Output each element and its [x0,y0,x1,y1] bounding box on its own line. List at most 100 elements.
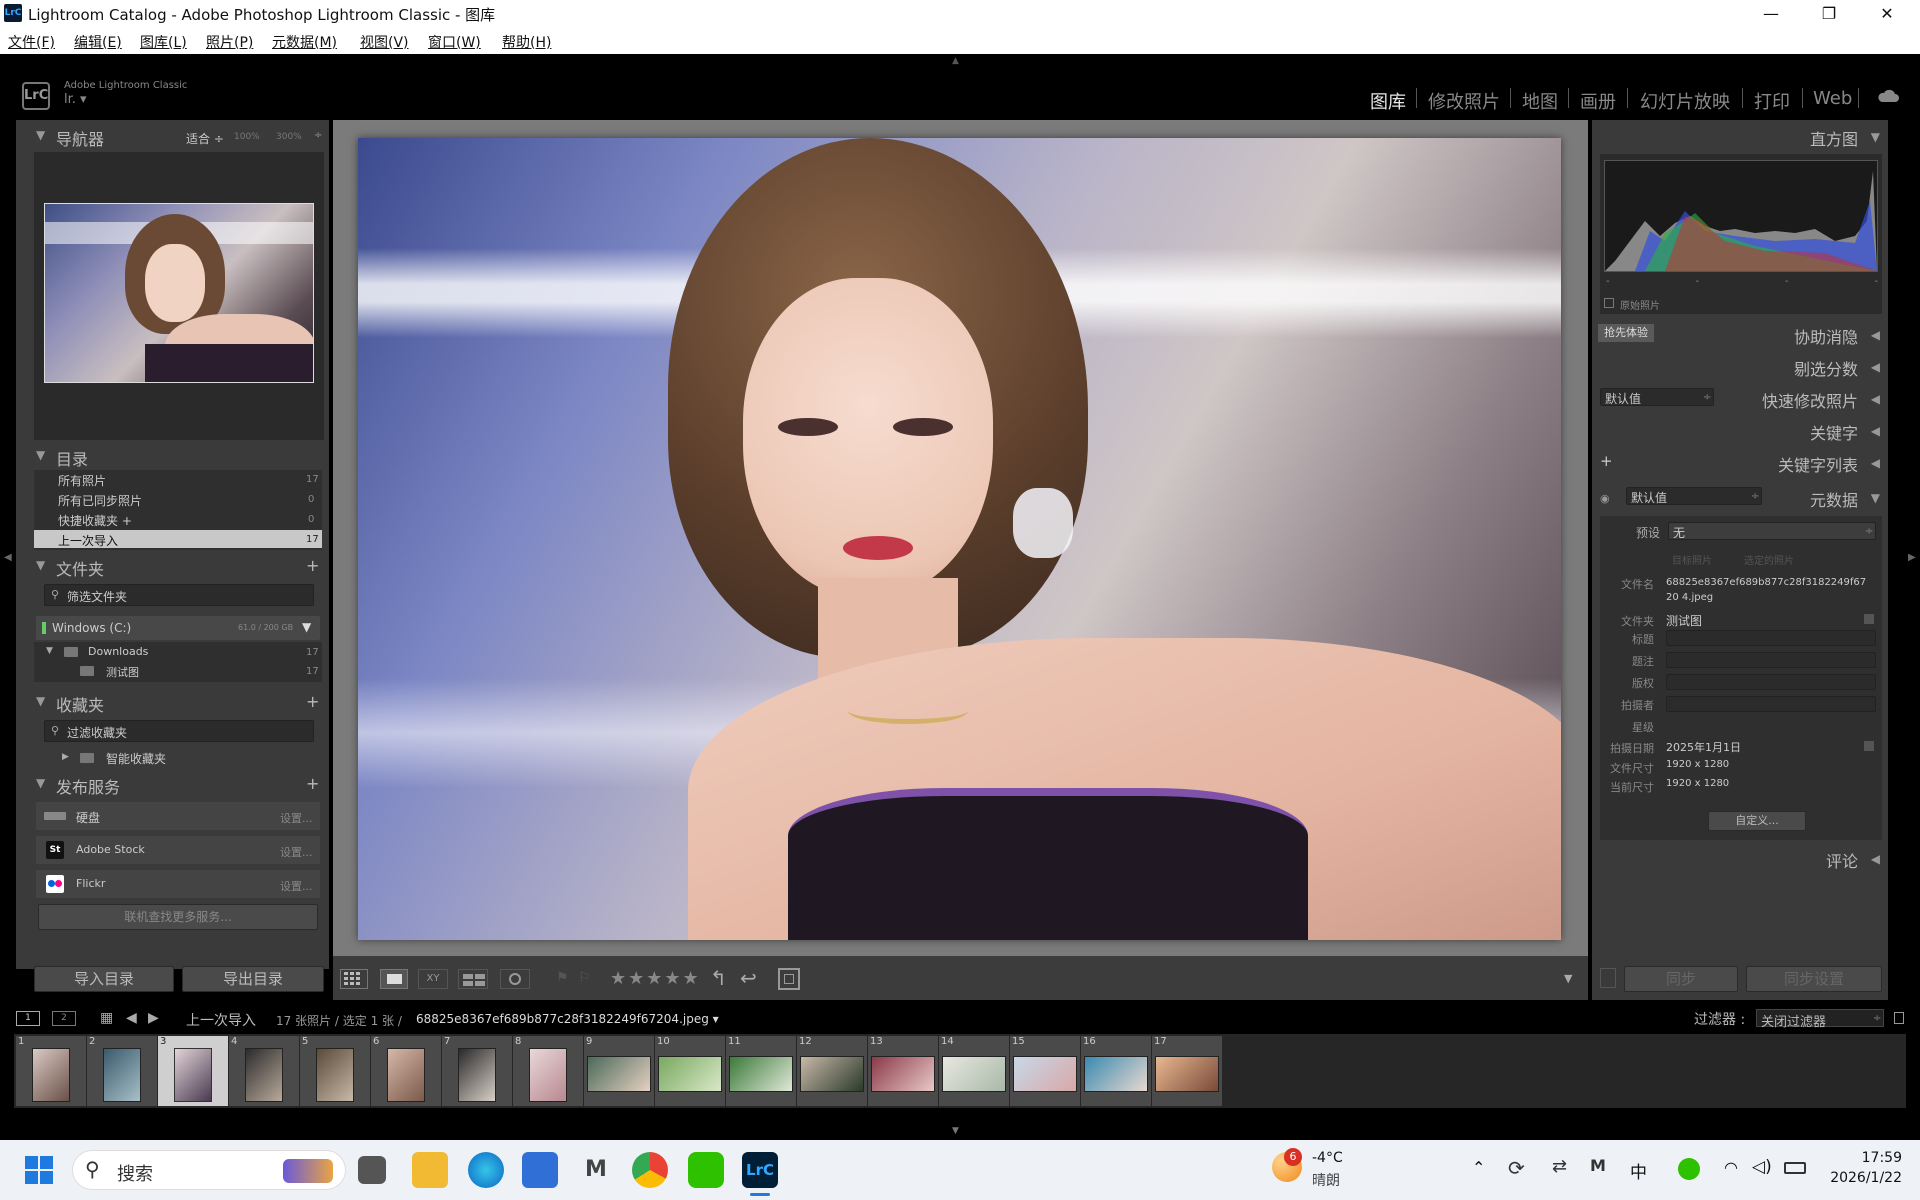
collapse-triangle-icon[interactable]: ▼ [1871,491,1880,505]
filmstrip-cell[interactable]: 11 [726,1036,796,1106]
lightroom-taskbar-icon[interactable]: LrC [742,1152,778,1188]
expand-triangle-icon[interactable]: ◀ [1871,852,1880,866]
back-arrow-icon[interactable]: ◀ [126,1010,137,1026]
app-tray-icon[interactable] [1678,1158,1700,1180]
star-rating[interactable]: ★★★★★ [610,968,701,989]
folder-value[interactable]: 测试图 [1666,612,1702,629]
tab-target-photo[interactable]: 目标照片 [1672,552,1712,567]
battery-icon[interactable] [1784,1162,1806,1174]
zoom-100[interactable]: 100% [234,132,260,142]
store-icon[interactable] [522,1152,558,1188]
expand-triangle-icon[interactable]: ◀ [1871,456,1880,470]
filmstrip-cell[interactable]: 13 [868,1036,938,1106]
volume-icon[interactable]: ◁) [1752,1157,1772,1177]
filmstrip-thumbnail[interactable] [103,1048,141,1102]
filmstrip-cell[interactable]: 9 [584,1036,654,1106]
weather-temp[interactable]: -4°C [1312,1150,1343,1166]
close-button[interactable]: ✕ [1858,0,1916,28]
filmstrip-thumbnail[interactable] [1155,1056,1219,1092]
filmstrip-cell[interactable]: 4 [229,1036,299,1106]
minimize-button[interactable]: — [1742,0,1800,28]
folder-downloads[interactable]: Downloads [88,645,148,658]
add-folder-button[interactable]: + [306,556,319,575]
collapse-triangle-icon[interactable]: ▼ [1871,130,1880,144]
catalog-item-synced[interactable]: 所有已同步照片 [58,492,142,509]
publish-service-hard-drive[interactable]: 硬盘 设置... [36,802,320,830]
menu-edit[interactable]: 编辑(E) [74,32,122,52]
collapse-right-icon[interactable]: ▶ [1908,552,1916,563]
flag-pick-icon[interactable]: ⚑ [556,970,569,986]
rotate-right-icon[interactable]: ↩ [740,966,757,990]
collections-header[interactable]: ▼ 收藏夹 + [36,690,326,720]
tab-selected-photos[interactable]: 选定的照片 [1744,552,1794,567]
sync-tray-icon[interactable]: ⟳ [1508,1156,1525,1180]
module-web[interactable]: Web [1813,88,1852,109]
taskbar-search-box[interactable]: ⚲ 搜索 [72,1150,346,1190]
filmstrip-thumbnail[interactable] [245,1048,283,1102]
caption-field[interactable] [1666,652,1876,668]
original-photo-checkbox[interactable] [1604,298,1614,308]
collapse-triangle-icon[interactable]: ▼ [36,448,45,462]
metadata-header[interactable]: 元数据 ▼ [1770,485,1882,515]
filmstrip-cell[interactable]: 10 [655,1036,725,1106]
sync-button[interactable]: 同步 [1624,966,1738,992]
smart-collections[interactable]: 智能收藏夹 [106,750,166,767]
forward-arrow-icon[interactable]: ▶ [148,1010,159,1026]
navigator-thumbnail[interactable] [44,203,314,383]
rotate-left-icon[interactable]: ↰ [710,966,727,990]
filter-select[interactable]: 关闭过滤器 ÷ [1756,1009,1884,1030]
catalog-item-last-import[interactable]: 上一次导入 [58,532,118,549]
loupe-view-icon[interactable] [380,969,408,989]
sync-settings-button[interactable]: 同步设置 [1746,966,1882,992]
add-keyword-button[interactable]: + [1600,452,1613,470]
filmstrip-thumbnail[interactable] [942,1056,1006,1092]
filmstrip-thumbnail[interactable] [32,1048,70,1102]
metadata-preset-select[interactable]: 默认值 ÷ [1626,487,1762,505]
filmstrip-thumbnail[interactable] [458,1048,496,1102]
service-settings-link[interactable]: 设置... [280,810,313,826]
collapse-triangle-icon[interactable]: ▼ [36,776,45,790]
menu-help[interactable]: 帮助(H) [502,32,551,52]
zoom-fit[interactable]: 适合 ÷ [186,130,224,147]
volume-bar[interactable]: Windows (C:) 61.0 / 200 GB ▼ [36,616,320,640]
expand-triangle-icon[interactable]: ◀ [1871,360,1880,374]
grid-icon[interactable]: ▦ [100,1010,113,1026]
toolbar-menu-icon[interactable]: ▼ [1564,972,1572,985]
filmstrip-filename[interactable]: 68825e8367ef689b877c28f3182249f67204.jpe… [416,1012,719,1026]
filmstrip-cell[interactable]: 2 [87,1036,157,1106]
expand-triangle-icon[interactable]: ◀ [1871,328,1880,342]
people-view-icon[interactable] [500,969,530,989]
publish-service-adobe-stock[interactable]: St Adobe Stock 设置... [36,836,320,864]
menu-library[interactable]: 图库(L) [140,32,187,52]
quick-develop-preset-select[interactable]: 默认值 ÷ [1600,388,1714,406]
collapse-triangle-icon[interactable]: ▼ [36,128,45,142]
navigator-header[interactable]: ▼ 导航器 适合 ÷ 100% 300% ÷ [36,124,326,154]
wifi-icon[interactable]: ◠ [1724,1158,1738,1177]
cull-score-header[interactable]: 剔选分数 ◀ [1700,354,1882,384]
customize-button[interactable]: 自定义... [1708,811,1806,831]
second-monitor-button[interactable]: 2 [52,1011,76,1026]
filmstrip-thumbnail[interactable] [800,1056,864,1092]
survey-view-icon[interactable] [458,969,488,989]
app-m-tray-icon[interactable]: M [1590,1156,1606,1175]
chrome-icon[interactable] [632,1152,668,1188]
filmstrip-cell[interactable]: 3 [158,1036,228,1106]
settings-tray-icon[interactable]: ⇄ [1552,1156,1567,1177]
main-photo[interactable] [358,138,1561,940]
filmstrip-thumbnail[interactable] [587,1056,651,1092]
collapse-left-icon[interactable]: ◀ [4,552,12,563]
compare-view-icon[interactable]: XY [418,969,448,989]
module-slideshow[interactable]: 幻灯片放映 [1640,88,1730,114]
show-hidden-icons-icon[interactable]: ⌃ [1472,1158,1485,1177]
module-develop[interactable]: 修改照片 [1428,88,1500,114]
quick-develop-header[interactable]: 快速修改照片 ◀ [1700,386,1882,416]
module-print[interactable]: 打印 [1754,88,1790,114]
user-menu[interactable]: lr. ▾ [64,92,87,107]
filmstrip-cell[interactable]: 8 [513,1036,583,1106]
menu-photo[interactable]: 照片(P) [206,32,253,52]
folder-filter-input[interactable]: ⚲ 筛选文件夹 [44,584,314,606]
filmstrip-cell[interactable]: 15 [1010,1036,1080,1106]
capture-date-value[interactable]: 2025年1月1日 [1666,739,1741,755]
go-to-date-icon[interactable] [1864,741,1874,751]
filmstrip-thumbnail[interactable] [529,1048,567,1102]
